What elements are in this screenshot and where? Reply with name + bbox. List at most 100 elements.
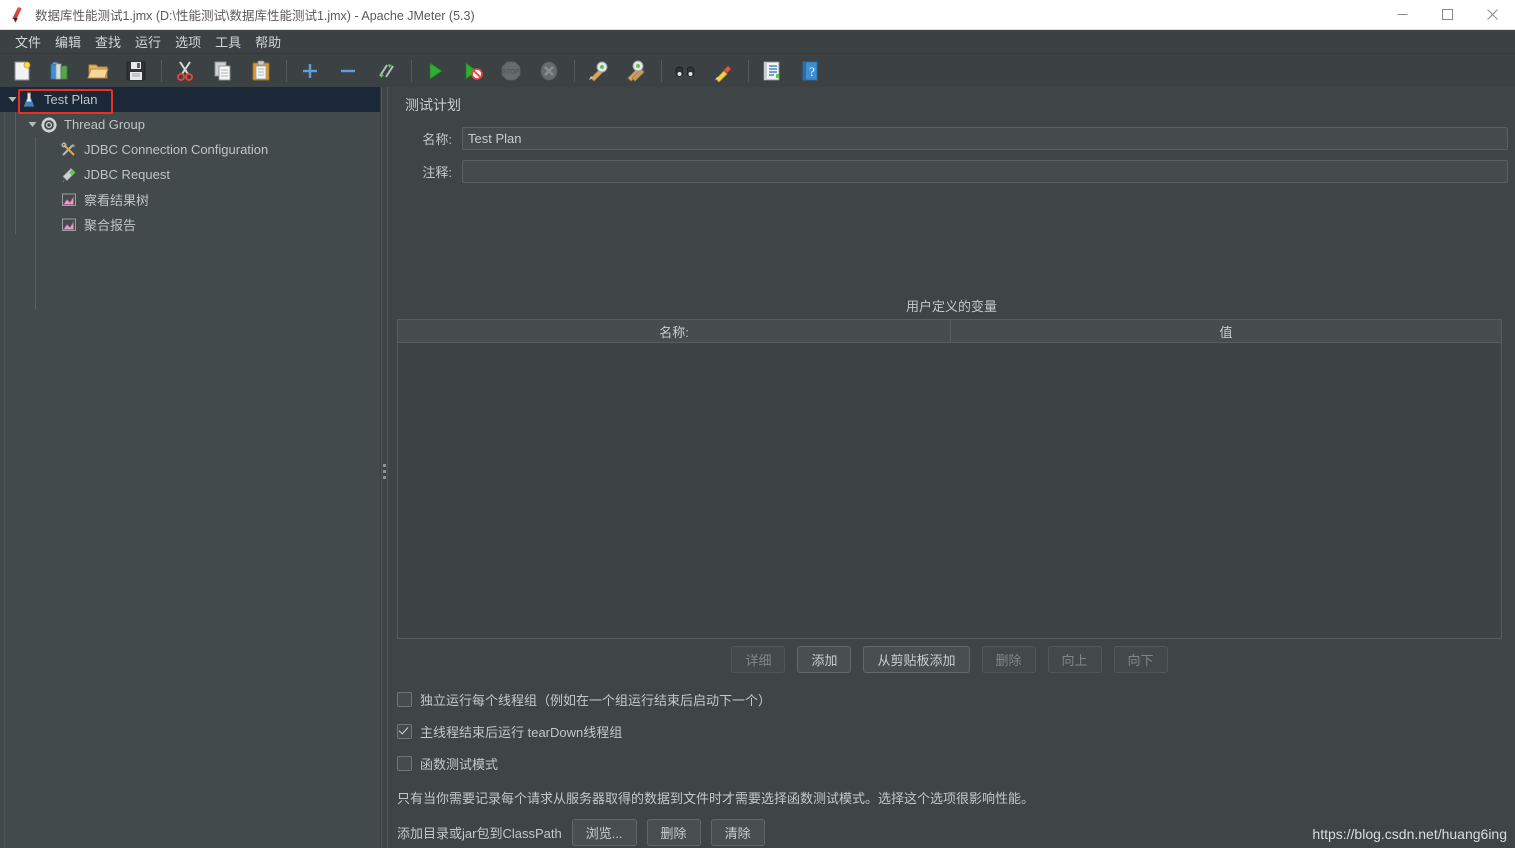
thread-group-icon xyxy=(40,116,58,134)
tree-node-test-plan[interactable]: Test Plan xyxy=(0,87,380,112)
delete-button[interactable]: 删除 xyxy=(981,646,1036,673)
expand-all-icon[interactable] xyxy=(296,57,324,85)
toolbar-separator xyxy=(574,60,575,82)
window-controls xyxy=(1380,0,1515,29)
jdbc-config-icon xyxy=(60,141,78,159)
browse-button[interactable]: 浏览... xyxy=(571,819,637,846)
menu-item-run[interactable]: 运行 xyxy=(128,30,168,53)
column-header-name[interactable]: 名称: xyxy=(398,320,951,342)
cut-icon[interactable] xyxy=(171,57,199,85)
table-header-row: 名称: 值 xyxy=(398,320,1501,343)
stop-icon[interactable]: STOP xyxy=(497,57,525,85)
title-bar: 数据库性能测试1.jmx (D:\性能测试\数据库性能测试1.jmx) - Ap… xyxy=(0,0,1515,30)
tree-node-jdbc-request[interactable]: JDBC Request xyxy=(0,162,380,187)
tree-node-thread-group[interactable]: Thread Group xyxy=(0,112,380,137)
move-up-button[interactable]: 向上 xyxy=(1047,646,1102,673)
toggle-icon[interactable] xyxy=(372,57,400,85)
minimize-icon[interactable] xyxy=(1380,0,1425,29)
comment-input[interactable] xyxy=(462,160,1508,183)
tree-node-label: JDBC Request xyxy=(84,167,170,182)
maximize-icon[interactable] xyxy=(1425,0,1470,29)
test-plan-icon xyxy=(20,91,38,109)
templates-icon[interactable] xyxy=(46,57,74,85)
function-helper-icon[interactable] xyxy=(758,57,786,85)
comment-label: 注释: xyxy=(422,165,452,180)
menu-item-tools[interactable]: 工具 xyxy=(208,30,248,53)
checkbox-label: 主线程结束后运行 tearDown线程组 xyxy=(420,725,623,740)
open-icon[interactable] xyxy=(84,57,112,85)
view-results-tree-icon xyxy=(60,191,78,209)
shutdown-icon[interactable] xyxy=(535,57,563,85)
column-header-value[interactable]: 值 xyxy=(951,320,1501,342)
close-icon[interactable] xyxy=(1470,0,1515,29)
search-icon[interactable] xyxy=(671,57,699,85)
tree-node-label: Thread Group xyxy=(64,117,145,132)
add-from-clipboard-button[interactable]: 从剪贴板添加 xyxy=(863,646,970,673)
checkbox-box[interactable] xyxy=(397,692,412,707)
paste-icon[interactable] xyxy=(247,57,275,85)
toolbar-separator xyxy=(161,60,162,82)
checkbox-box[interactable] xyxy=(397,756,412,771)
chevron-down-icon[interactable] xyxy=(4,95,20,104)
toolbar-separator xyxy=(748,60,749,82)
user-defined-variables-table[interactable]: 名称: 值 xyxy=(397,319,1502,639)
watermark-text: https://blog.csdn.net/huang6ing xyxy=(1312,826,1507,842)
clear-all-icon[interactable] xyxy=(622,57,650,85)
jdbc-request-icon xyxy=(60,166,78,184)
name-label: 名称: xyxy=(422,132,452,147)
test-plan-tree[interactable]: Test Plan Thread Group JDBC Connection C… xyxy=(0,87,381,848)
checkbox-run-thread-groups-consecutively[interactable]: 独立运行每个线程组（例如在一个组运行结束后启动下一个） xyxy=(397,690,771,709)
checkbox-box[interactable] xyxy=(397,724,412,739)
name-input[interactable] xyxy=(462,127,1508,150)
tree-node-aggregate-report[interactable]: 聚合报告 xyxy=(0,212,380,237)
jmeter-feather-icon xyxy=(10,6,26,23)
menu-bar: 文件 编辑 查找 运行 选项 工具 帮助 xyxy=(0,30,1515,54)
menu-item-edit[interactable]: 编辑 xyxy=(48,30,88,53)
menu-item-search[interactable]: 查找 xyxy=(88,30,128,53)
comment-field-row: 注释: xyxy=(400,160,1508,183)
svg-text:STOP: STOP xyxy=(503,70,519,76)
toolbar-separator xyxy=(286,60,287,82)
copy-icon[interactable] xyxy=(209,57,237,85)
clear-icon[interactable] xyxy=(584,57,612,85)
checkbox-label: 函数测试模式 xyxy=(420,757,499,772)
new-test-plan-icon[interactable] xyxy=(8,57,36,85)
checkbox-functional-test-mode[interactable]: 函数测试模式 xyxy=(397,754,498,773)
collapse-all-icon[interactable] xyxy=(334,57,362,85)
tree-node-label: 聚合报告 xyxy=(84,218,137,233)
toolbar-separator xyxy=(661,60,662,82)
start-icon[interactable] xyxy=(421,57,449,85)
save-icon[interactable] xyxy=(122,57,150,85)
aggregate-report-icon xyxy=(60,216,78,234)
classpath-delete-button[interactable]: 删除 xyxy=(646,819,701,846)
tree-node-jdbc-connection-configuration[interactable]: JDBC Connection Configuration xyxy=(0,137,380,162)
user-defined-variables-title: 用户定义的变量 xyxy=(905,299,997,314)
tree-node-label: 察看结果树 xyxy=(84,193,150,208)
checkbox-label: 独立运行每个线程组（例如在一个组运行结束后启动下一个） xyxy=(420,693,772,708)
tree-node-view-results-tree[interactable]: 察看结果树 xyxy=(0,187,380,212)
classpath-label: 添加目录或jar包到ClassPath xyxy=(397,826,562,841)
chevron-down-icon[interactable] xyxy=(24,120,40,129)
main-content: Test Plan Thread Group JDBC Connection C… xyxy=(0,87,1515,848)
checkbox-run-teardown-after-shutdown[interactable]: 主线程结束后运行 tearDown线程组 xyxy=(397,722,622,741)
move-down-button[interactable]: 向下 xyxy=(1113,646,1168,673)
detail-button[interactable]: 详细 xyxy=(731,646,786,673)
add-button[interactable]: 添加 xyxy=(797,646,852,673)
tree-node-label: JDBC Connection Configuration xyxy=(84,142,269,157)
reset-search-icon[interactable] xyxy=(709,57,737,85)
menu-item-file[interactable]: 文件 xyxy=(8,30,48,53)
menu-item-help[interactable]: 帮助 xyxy=(248,30,288,53)
menu-item-options[interactable]: 选项 xyxy=(168,30,208,53)
variable-action-buttons: 详细 添加 从剪贴板添加 删除 向上 向下 xyxy=(397,646,1502,673)
toolbar: STOP ? xyxy=(0,54,1515,89)
window-title: 数据库性能测试1.jmx (D:\性能测试\数据库性能测试1.jmx) - Ap… xyxy=(35,9,475,23)
classpath-clear-button[interactable]: 清除 xyxy=(710,819,765,846)
help-icon[interactable]: ? xyxy=(796,57,824,85)
tree-node-label: Test Plan xyxy=(44,92,98,107)
page-title: 测试计划 xyxy=(405,97,461,113)
split-divider[interactable] xyxy=(381,87,388,848)
start-no-pauses-icon[interactable] xyxy=(459,57,487,85)
svg-text:?: ? xyxy=(809,64,815,79)
toolbar-separator xyxy=(411,60,412,82)
test-plan-editor: 测试计划 名称: 注释: 用户定义的变量 名称: 值 详细 添加 从剪贴板添加 … xyxy=(388,87,1515,848)
